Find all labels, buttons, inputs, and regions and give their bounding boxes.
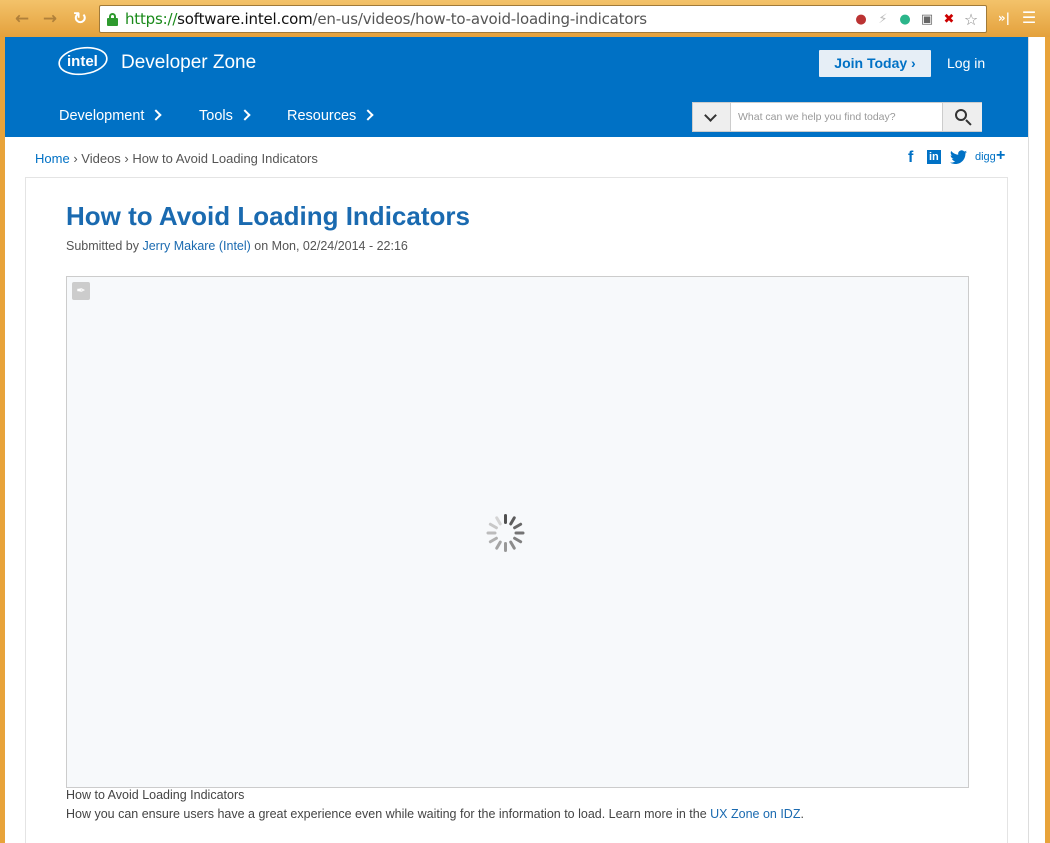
search-input[interactable]: What can we help you find today?	[738, 111, 896, 123]
chevron-right-icon	[239, 109, 251, 121]
address-bar[interactable]: https://software.intel.com/en-us/videos/…	[99, 5, 987, 33]
breadcrumb-home[interactable]: Home	[35, 151, 70, 166]
page-title: How to Avoid Loading Indicators	[66, 201, 470, 231]
join-today-button[interactable]: Join Today ›	[819, 50, 931, 77]
ux-zone-link[interactable]: UX Zone on IDZ	[710, 807, 800, 821]
video-caption: How to Avoid Loading Indicators	[66, 788, 245, 802]
breadcrumb-current: How to Avoid Loading Indicators	[132, 151, 318, 166]
flash-icon[interactable]: ⚡	[875, 12, 891, 28]
site-header: intel Developer Zone Join Today › Log in…	[5, 37, 1028, 137]
breadcrumb: Home › Videos › How to Avoid Loading Ind…	[35, 151, 318, 166]
breadcrumb-videos: Videos	[81, 151, 121, 166]
search-scope-dropdown[interactable]	[693, 103, 731, 131]
spinner-spoke	[494, 515, 503, 526]
video-player[interactable]: ✒	[66, 276, 969, 788]
loading-spinner-icon	[486, 513, 526, 553]
page-viewport: intel Developer Zone Join Today › Log in…	[5, 37, 1028, 843]
linkedin-icon[interactable]: in	[927, 150, 941, 164]
spinner-spoke	[504, 514, 507, 524]
search-box: What can we help you find today?	[692, 102, 982, 132]
nav-resources[interactable]: Resources	[287, 108, 374, 124]
site-title[interactable]: Developer Zone	[121, 52, 256, 74]
lock-icon	[107, 13, 118, 26]
nav-tools[interactable]: Tools	[199, 108, 251, 124]
nav-development[interactable]: Development	[59, 108, 163, 124]
spinner-spoke	[508, 540, 517, 551]
star-icon[interactable]: ☆	[963, 12, 979, 28]
share-more-icon[interactable]: +	[996, 147, 1005, 165]
spinner-spoke	[512, 522, 523, 530]
url-text: https://software.intel.com/en-us/videos/…	[125, 10, 647, 28]
intel-logo[interactable]: intel	[57, 45, 109, 77]
reload-icon[interactable]: ↻	[70, 9, 90, 29]
twitter-icon[interactable]	[950, 150, 968, 164]
chevron-right-icon	[362, 109, 374, 121]
login-link[interactable]: Log in	[947, 55, 985, 71]
chevron-right-icon	[150, 109, 163, 121]
search-button[interactable]	[942, 103, 982, 131]
spinner-spoke	[514, 531, 525, 535]
browser-toolbar: ← → ↻ https://software.intel.com/en-us/v…	[0, 0, 1050, 37]
digg-icon[interactable]: digg	[975, 151, 996, 163]
spinner-spoke	[486, 531, 497, 535]
video-description: How you can ensure users have a great ex…	[66, 807, 804, 821]
wrench-icon[interactable]: ✒	[72, 282, 90, 300]
chevron-down-icon	[704, 109, 717, 122]
spinner-spoke	[494, 540, 503, 551]
extension-icon[interactable]: ●	[853, 12, 869, 28]
spinner-spoke	[488, 522, 499, 530]
spinner-spoke	[504, 542, 507, 552]
submitted-info: Submitted by Jerry Makare (Intel) on Mon…	[66, 239, 408, 253]
facebook-icon[interactable]: f	[908, 149, 913, 167]
scrollbar[interactable]	[1028, 37, 1045, 843]
author-link[interactable]: Jerry Makare (Intel)	[142, 239, 250, 253]
extensions-overflow-icon[interactable]: »|	[995, 8, 1013, 28]
extension-green-icon[interactable]: ●	[897, 12, 913, 28]
back-icon[interactable]: ←	[12, 9, 32, 29]
spinner-spoke	[512, 536, 523, 544]
forward-icon[interactable]: →	[40, 9, 60, 29]
reader-icon[interactable]: ▣	[919, 12, 935, 28]
svg-text:intel: intel	[67, 53, 98, 70]
menu-icon[interactable]: ☰	[1020, 8, 1038, 28]
block-icon[interactable]: ✖	[941, 12, 957, 28]
